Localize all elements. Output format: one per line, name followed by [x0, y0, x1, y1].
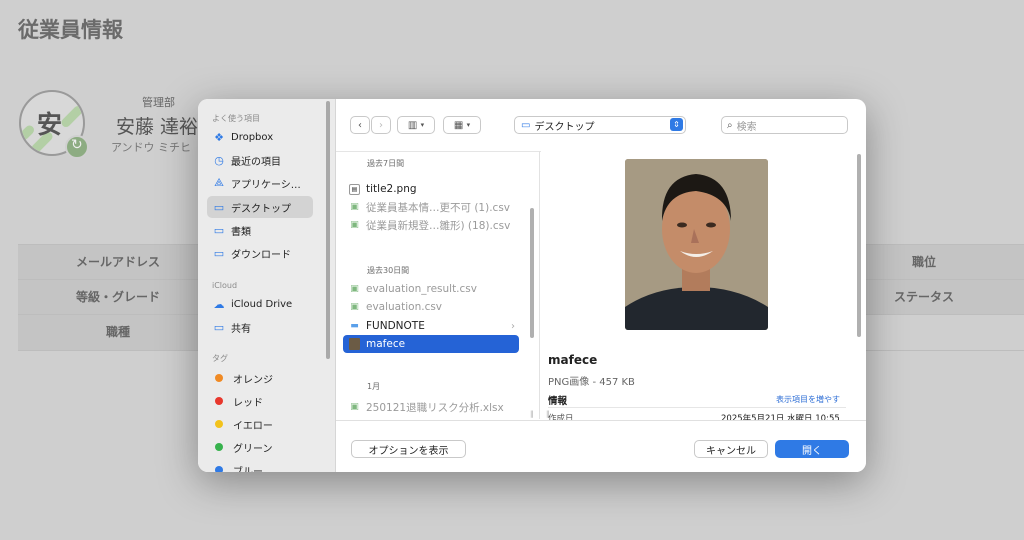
employee-name-kana: アンドウ ミチヒ — [111, 141, 192, 154]
preview-file-name: mafece — [548, 353, 598, 367]
job-type-header: 職種 — [18, 315, 218, 350]
preview-image — [625, 159, 768, 330]
column-resize-handle[interactable]: ‖ — [530, 410, 534, 418]
open-button[interactable]: 開く — [775, 440, 849, 458]
file-list: 過去7日間 ▤ title2.png ▣ 従業員基本情…更不可 (1).csv … — [336, 151, 541, 420]
folder-icon: ▭ — [213, 246, 225, 260]
tag-dot-icon — [215, 466, 223, 472]
show-options-button[interactable]: オプションを表示 — [351, 440, 466, 458]
cloud-icon: ☁ — [213, 297, 225, 311]
back-button[interactable]: ‹ — [350, 116, 370, 134]
folder-icon: ▭ — [521, 119, 531, 131]
view-mode-button[interactable]: ▥ ▾ — [397, 116, 435, 134]
icloud-heading: iCloud — [212, 281, 238, 290]
sidebar-tag-green[interactable]: グリーン — [207, 436, 313, 458]
list-item[interactable]: ▣ evaluation.csv — [343, 298, 519, 316]
favorites-heading: よく使う項目 — [212, 114, 260, 123]
dialog-footer: オプションを表示 キャンセル 開く — [336, 420, 866, 472]
search-field[interactable]: ⌕ 検索 — [721, 116, 848, 134]
clock-icon: ◷ — [214, 153, 224, 167]
sidebar-item-shared[interactable]: ▭ 共有 — [207, 316, 313, 338]
preview-scrollbar[interactable] — [857, 154, 861, 337]
toolbar: ‹ › ▥ ▾ ▦ ▾ ▭ デスクトップ ⇕ ⌕ 検索 — [336, 99, 866, 151]
tag-dot-icon — [215, 374, 223, 382]
divider — [548, 407, 846, 408]
list-item[interactable]: ▣ 従業員新規登…雛形) (18).csv — [343, 216, 519, 234]
up-down-arrows-icon: ⇕ — [670, 118, 683, 131]
csv-file-icon: ▣ — [350, 220, 359, 230]
grid-icon: ▦ — [453, 119, 464, 131]
list-item-selected[interactable]: mafece — [343, 335, 519, 353]
image-thumbnail-icon — [349, 338, 360, 350]
page-title: 従業員情報 — [18, 18, 123, 42]
group-heading-january: 1月 — [367, 382, 381, 391]
list-item[interactable]: ▣ 250121退職リスク分析.xlsx — [343, 398, 519, 416]
cancel-button[interactable]: キャンセル — [694, 440, 768, 458]
forward-button[interactable]: › — [371, 116, 391, 134]
sidebar: よく使う項目 ❖ Dropbox ◷ 最近の項目 ⟁ アプリケーシ… ▭ デスク… — [198, 99, 336, 472]
sidebar-tag-blue[interactable]: ブルー — [207, 459, 313, 472]
chevron-down-icon: ▾ — [466, 121, 471, 129]
sidebar-tag-orange[interactable]: オレンジ — [207, 367, 313, 389]
apps-icon: ⟁ — [214, 176, 224, 189]
file-open-dialog: よく使う項目 ❖ Dropbox ◷ 最近の項目 ⟁ アプリケーシ… ▭ デスク… — [198, 99, 866, 472]
dropbox-icon: ❖ — [214, 130, 224, 144]
file-list-scrollbar[interactable] — [530, 208, 534, 338]
tags-heading: タグ — [212, 354, 228, 363]
folder-icon: ▭ — [213, 223, 225, 237]
sidebar-item-recents[interactable]: ◷ 最近の項目 — [207, 149, 313, 171]
list-item[interactable]: ▣ 従業員基本情…更不可 (1).csv — [343, 198, 519, 216]
department-label: 管理部 — [142, 96, 175, 109]
group-heading-30days: 過去30日間 — [367, 266, 410, 275]
preview-info-heading: 情報 — [548, 396, 568, 407]
search-placeholder: 検索 — [736, 121, 757, 133]
group-button[interactable]: ▦ ▾ — [443, 116, 481, 134]
sidebar-item-desktop[interactable]: ▭ デスクトップ — [207, 196, 313, 218]
email-header: メールアドレス — [18, 245, 218, 280]
employee-name: 安藤 達裕 — [116, 116, 199, 138]
sidebar-item-applications[interactable]: ⟁ アプリケーシ… — [207, 172, 313, 194]
columns-icon: ▥ — [407, 119, 418, 131]
shared-folder-icon: ▭ — [213, 320, 225, 334]
show-more-link[interactable]: 表示項目を増やす — [776, 394, 840, 405]
tag-dot-icon — [215, 420, 223, 428]
image-file-icon: ▤ — [349, 183, 360, 195]
sidebar-item-icloud-drive[interactable]: ☁ iCloud Drive — [207, 293, 313, 315]
list-item[interactable]: ▬ FUNDNOTE › — [343, 317, 519, 335]
location-label: デスクトップ — [534, 121, 595, 133]
list-item[interactable]: ▤ title2.png — [343, 180, 519, 198]
folder-icon: ▬ — [350, 321, 359, 331]
avatar-initial: 安 — [37, 110, 63, 139]
preview-file-kind: PNG画像 - 457 KB — [548, 377, 635, 388]
sidebar-scrollbar[interactable] — [326, 101, 330, 359]
csv-file-icon: ▣ — [350, 202, 359, 212]
folder-icon: ▭ — [213, 200, 225, 214]
sidebar-tag-yellow[interactable]: イエロー — [207, 413, 313, 435]
chevron-left-icon: ‹ — [358, 119, 362, 131]
refresh-icon — [65, 135, 89, 159]
chevron-down-icon: ▾ — [420, 121, 425, 129]
xlsx-file-icon: ▣ — [350, 402, 359, 412]
list-item[interactable]: ▣ evaluation_result.csv — [343, 280, 519, 298]
preview-pane: mafece PNG画像 - 457 KB 情報 表示項目を増やす 作成日 20… — [540, 151, 866, 424]
tag-dot-icon — [215, 397, 223, 405]
group-heading-7days: 過去7日間 — [367, 159, 405, 168]
sidebar-item-documents[interactable]: ▭ 書類 — [207, 219, 313, 241]
grade-header: 等級・グレード — [18, 280, 218, 315]
sidebar-item-dropbox[interactable]: ❖ Dropbox — [207, 126, 313, 148]
tag-dot-icon — [215, 443, 223, 451]
chevron-right-icon: › — [511, 320, 515, 332]
sidebar-item-downloads[interactable]: ▭ ダウンロード — [207, 242, 313, 264]
chevron-right-icon: › — [379, 119, 383, 131]
search-icon: ⌕ — [727, 119, 733, 131]
location-popup[interactable]: ▭ デスクトップ ⇕ — [514, 116, 686, 134]
sidebar-tag-red[interactable]: レッド — [207, 390, 313, 412]
csv-file-icon: ▣ — [350, 284, 359, 294]
csv-file-icon: ▣ — [350, 302, 359, 312]
